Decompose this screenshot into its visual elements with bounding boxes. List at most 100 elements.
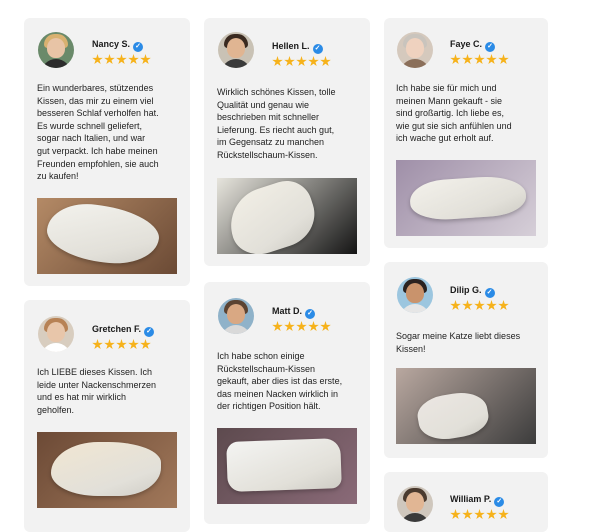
- avatar-shoulders: [400, 59, 430, 68]
- review-card: Nancy S. ✓ Ein wunderbares, stützendes Ki…: [24, 18, 190, 286]
- reviewer-name: Faye C. ✓: [450, 39, 496, 52]
- star-icon: [474, 54, 485, 65]
- review-card: Dilip G. ✓ Sogar meine Katze liebt dieses…: [384, 262, 548, 458]
- verified-badge-icon: ✓: [144, 327, 155, 337]
- reviewer-avatar: [218, 32, 254, 68]
- star-icon: [462, 54, 473, 65]
- reviewer-avatar: [397, 486, 433, 522]
- star-icon: [450, 300, 461, 311]
- star-icon: [486, 300, 497, 311]
- star-icon: [272, 321, 283, 332]
- reviewer-avatar: [38, 32, 74, 68]
- star-icon: [462, 300, 473, 311]
- star-rating: [450, 52, 510, 70]
- pillow-image: [221, 178, 323, 254]
- star-icon: [498, 300, 509, 311]
- avatar-face: [227, 304, 245, 324]
- avatar-shoulders: [41, 343, 71, 352]
- star-icon: [450, 54, 461, 65]
- avatar-face: [227, 38, 245, 58]
- star-rating: [272, 54, 332, 72]
- review-text: Ich habe sie für mich und meinen Mann ge…: [396, 83, 512, 144]
- star-icon: [104, 54, 115, 65]
- avatar-shoulders: [221, 59, 251, 68]
- star-icon: [296, 56, 307, 67]
- review-photo: [37, 432, 177, 508]
- star-icon: [296, 321, 307, 332]
- avatar-face: [47, 322, 65, 342]
- reviewer-name: Nancy S. ✓: [92, 39, 144, 52]
- verified-badge-icon: ✓: [494, 497, 505, 507]
- star-icon: [284, 321, 295, 332]
- star-rating: [272, 319, 332, 337]
- pillow-image: [43, 198, 163, 270]
- star-icon: [116, 339, 127, 350]
- review-photo: [396, 368, 536, 444]
- star-icon: [104, 339, 115, 350]
- verified-badge-icon: ✓: [305, 309, 315, 319]
- review-photo: [217, 428, 357, 504]
- review-card: Gretchen F. ✓ Ich LIEBE dieses Kissen. Ic…: [24, 300, 190, 532]
- review-photo: [396, 160, 536, 236]
- star-icon: [128, 339, 139, 350]
- star-rating: [92, 52, 152, 70]
- star-icon: [462, 509, 473, 520]
- avatar-shoulders: [221, 325, 251, 334]
- review-card: Hellen L. ✓ Wirklich schönes Kissen, toll…: [204, 18, 370, 266]
- review-card: Faye C. ✓ Ich habe sie für mich und meine…: [384, 18, 548, 248]
- avatar-shoulders: [400, 304, 430, 313]
- reviewer-name: Dilip G. ✓: [450, 285, 495, 298]
- reviewer-name: Hellen L. ✓: [272, 41, 323, 54]
- avatar-face: [406, 492, 424, 512]
- avatar-face: [406, 38, 424, 58]
- star-rating: [450, 298, 510, 316]
- star-icon: [486, 509, 497, 520]
- reviewer-avatar: [218, 298, 254, 334]
- star-icon: [272, 56, 283, 67]
- star-icon: [128, 54, 139, 65]
- pillow-image: [51, 442, 161, 496]
- review-text: Ich habe schon einige Rückstellschaum-Ki…: [217, 351, 343, 412]
- star-icon: [486, 54, 497, 65]
- star-icon: [474, 300, 485, 311]
- review-text: Sogar meine Katze liebt dieses Kissen!: [396, 331, 521, 354]
- star-icon: [320, 321, 331, 332]
- review-text: Ein wunderbares, stützendes Kissen, das …: [37, 83, 159, 182]
- star-icon: [450, 509, 461, 520]
- verified-badge-icon: ✓: [484, 288, 495, 298]
- reviewer-name: Gretchen F. ✓: [92, 324, 155, 337]
- star-rating: [92, 337, 152, 355]
- review-card: William P. ✓: [384, 472, 548, 532]
- star-icon: [284, 56, 295, 67]
- star-icon: [92, 339, 103, 350]
- review-photo: [37, 198, 177, 274]
- avatar-face: [47, 38, 65, 58]
- star-icon: [498, 509, 509, 520]
- avatar-shoulders: [41, 59, 71, 68]
- star-icon: [140, 339, 151, 350]
- verified-badge-icon: ✓: [312, 44, 323, 54]
- review-photo: [217, 178, 357, 254]
- star-icon: [116, 54, 127, 65]
- review-text: Ich LIEBE dieses Kissen. Ich leide unter…: [37, 367, 157, 415]
- pillow-image: [408, 174, 528, 222]
- reviewer-avatar: [397, 277, 433, 313]
- star-icon: [140, 54, 151, 65]
- star-icon: [92, 54, 103, 65]
- pillow-image: [226, 438, 342, 492]
- star-rating: [450, 507, 510, 525]
- reviewer-name: Matt D. ✓: [272, 306, 315, 319]
- reviewer-name: William P. ✓: [450, 494, 505, 507]
- star-icon: [320, 56, 331, 67]
- verified-badge-icon: ✓: [133, 42, 144, 52]
- avatar-shoulders: [400, 513, 430, 522]
- review-card: Matt D. ✓ Ich habe schon einige Rückstell…: [204, 282, 370, 524]
- star-icon: [498, 54, 509, 65]
- star-icon: [474, 509, 485, 520]
- reviewer-avatar: [38, 316, 74, 352]
- verified-badge-icon: ✓: [485, 42, 496, 52]
- reviewer-avatar: [397, 32, 433, 68]
- avatar-face: [406, 283, 424, 303]
- pillow-image: [414, 388, 492, 444]
- star-icon: [308, 56, 319, 67]
